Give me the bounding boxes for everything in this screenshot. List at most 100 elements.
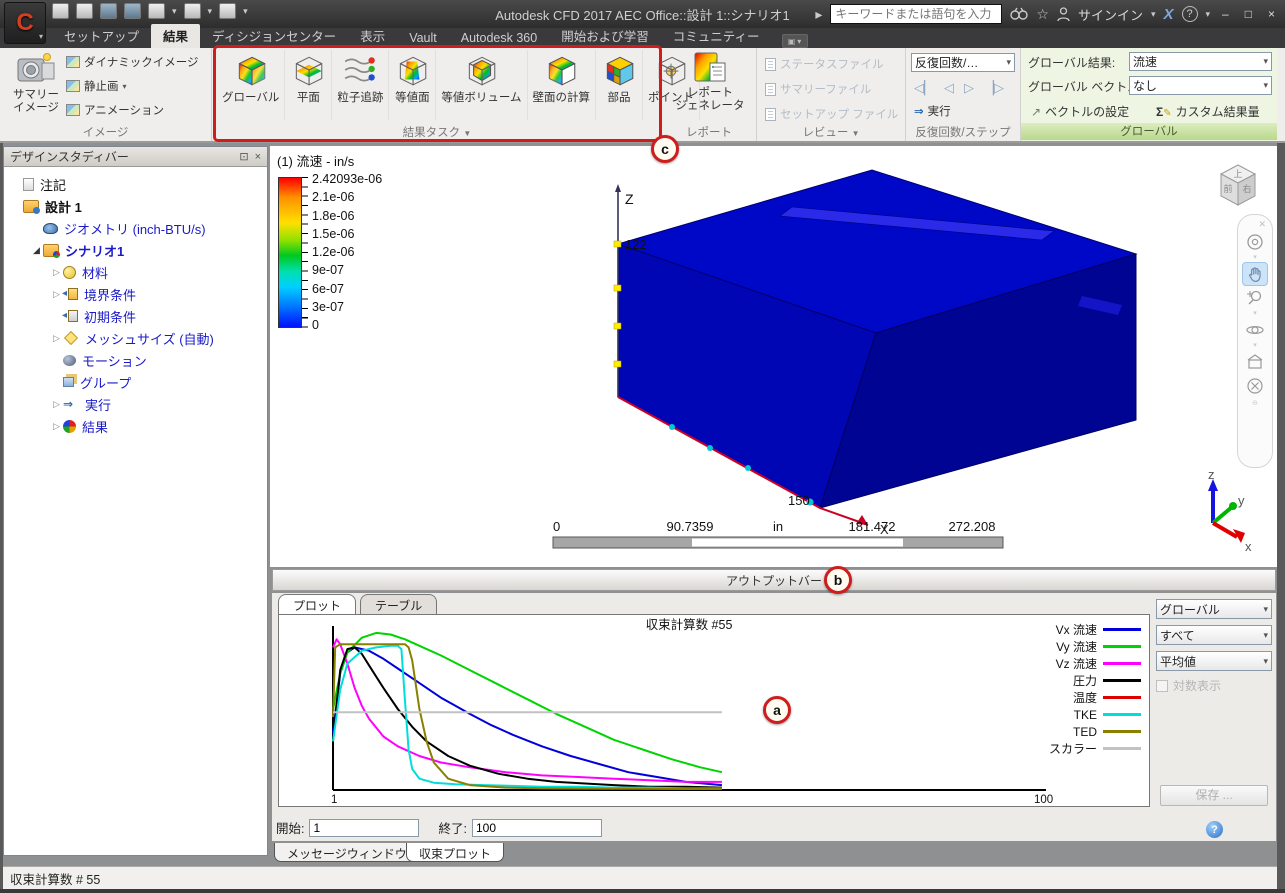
expand-arrow-icon[interactable]: ▷ <box>50 399 63 410</box>
output-bar[interactable]: アウトプットバー <box>272 569 1276 591</box>
tab-message-window[interactable]: メッセージウィンドウ <box>274 843 420 862</box>
chevron-down-icon[interactable]: ▾ <box>1253 310 1257 318</box>
tree-item-1[interactable]: 設計 1 <box>6 195 265 217</box>
ribbon-tab-7[interactable]: コミュニティー <box>661 24 772 48</box>
group-label-result-tasks[interactable]: 結果タスク ▼ <box>213 124 661 140</box>
tree-item-5[interactable]: ▷境界条件 <box>6 283 265 305</box>
viewport-3d[interactable]: Z 122 150 X 0 90.7359 in 181.472 272.208… <box>270 146 1277 567</box>
start-input[interactable] <box>309 818 420 837</box>
tree-item-4[interactable]: ▷ 材料 <box>6 261 265 283</box>
ribbon-tab-6[interactable]: 開始および学習 <box>549 24 661 48</box>
chevron-down-icon[interactable]: ▾ <box>208 6 213 17</box>
orientation-cube-icon[interactable] <box>148 3 165 19</box>
checkbox-icon[interactable] <box>1156 679 1168 692</box>
exchange-apps-icon[interactable]: X <box>1164 6 1174 23</box>
save-icon[interactable] <box>100 3 117 19</box>
vector-settings-button[interactable]: ↗ ベクトルの設定 <box>1031 103 1129 120</box>
open-icon[interactable] <box>76 3 93 19</box>
task-button-isosurface[interactable]: 等値面 <box>389 50 437 120</box>
save-as-icon[interactable] <box>124 3 141 19</box>
group-label-review[interactable]: レビュー ▼ <box>757 124 905 140</box>
tree-item-3[interactable]: ◢ シナリオ1 <box>6 239 265 261</box>
chevron-down-icon[interactable]: ▾ <box>1206 7 1211 21</box>
favorites-star-icon[interactable]: ☆ <box>1036 7 1049 21</box>
step-forward-icon[interactable]: ▷ <box>964 80 974 96</box>
iteration-mode-dropdown[interactable]: 反復回数/… ▾ <box>911 53 1015 72</box>
ribbon-tab-4[interactable]: Vault <box>397 29 449 48</box>
tab-plot[interactable]: プロット <box>278 594 357 614</box>
tree-item-9[interactable]: グループ <box>6 371 265 393</box>
tab-convergence-plot[interactable]: 収束プロット <box>406 843 505 862</box>
step-last-icon[interactable]: ▕▷ <box>984 80 1004 96</box>
global-result-dropdown[interactable]: 流速 ▾ <box>1129 52 1272 71</box>
ruler-slider-window[interactable] <box>692 538 903 547</box>
end-input[interactable] <box>471 818 602 837</box>
collapse-icon[interactable]: ⊖ <box>1252 400 1258 408</box>
tree-item-8[interactable]: モーション <box>6 349 265 371</box>
tree-item-6[interactable]: 初期条件 <box>6 305 265 327</box>
ribbon-tab-1[interactable]: 結果 <box>151 24 201 48</box>
tab-table[interactable]: テーブル <box>360 594 438 614</box>
pan-hand-icon[interactable] <box>1242 262 1268 286</box>
steering-wheel-icon[interactable] <box>1242 230 1268 254</box>
help-icon[interactable]: ? <box>1181 6 1198 22</box>
expand-arrow-icon[interactable]: ▷ <box>50 267 63 278</box>
appearance-cube-icon[interactable] <box>183 3 201 19</box>
step-back-icon[interactable]: ◁ <box>944 80 954 96</box>
flyout-arrow-icon[interactable]: ▸ <box>815 7 822 21</box>
step-first-icon[interactable]: ◁▏ <box>914 80 934 96</box>
tree-item-2[interactable]: ジオメトリ (inch-BTU/s) <box>6 217 265 239</box>
task-button-parts[interactable]: 部品 <box>596 50 644 120</box>
expand-arrow-icon[interactable]: ▷ <box>50 333 63 344</box>
tree-item-11[interactable]: ▷ 結果 <box>6 415 265 437</box>
new-document-icon[interactable] <box>52 3 69 19</box>
view-cube[interactable]: 上 前 右 <box>1211 158 1265 212</box>
ribbon-tab-2[interactable]: ディシジョンセンター <box>200 24 348 48</box>
minimize-button[interactable]: – <box>1218 7 1233 21</box>
log-display-checkbox[interactable]: 対数表示 <box>1156 677 1272 694</box>
application-menu-button[interactable]: C ▾ <box>4 2 46 44</box>
zoom-fit-icon[interactable] <box>1242 374 1268 398</box>
orbit-icon[interactable] <box>1242 318 1268 342</box>
design-review-table-icon[interactable] <box>219 3 237 19</box>
expand-arrow-icon[interactable]: ◢ <box>30 245 43 256</box>
task-button-plane[interactable]: 平面 <box>285 50 333 120</box>
plot-dropdown-0[interactable]: グローバル ▾ <box>1156 599 1272 619</box>
close-button[interactable]: × <box>1264 7 1279 21</box>
plot-dropdown-2[interactable]: 平均値 ▾ <box>1156 651 1272 671</box>
search-input[interactable] <box>830 4 1003 24</box>
save-button[interactable]: 保存 ... <box>1160 785 1268 806</box>
dock-icon[interactable]: ⊡ <box>239 150 248 163</box>
summary-image-button[interactable]: サマリー イメージ <box>10 51 62 115</box>
image-item-1[interactable]: 静止画 ▾ <box>66 78 199 94</box>
task-button-traces[interactable]: 粒子追跡 <box>332 50 390 120</box>
maximize-button[interactable]: □ <box>1241 7 1256 21</box>
chevron-down-icon[interactable]: ▾ <box>1151 7 1156 21</box>
help-icon[interactable]: ? <box>1206 821 1223 838</box>
report-generator-button[interactable]: レポート ジェネレータ <box>674 51 746 113</box>
signin-button[interactable]: サインイン <box>1078 5 1143 24</box>
task-button-isovolume[interactable]: 等値ボリューム <box>436 50 528 120</box>
chevron-down-icon[interactable]: ▾ <box>1253 342 1257 350</box>
ribbon-tab-0[interactable]: セットアップ <box>52 24 151 48</box>
zoom-icon[interactable] <box>1242 286 1268 310</box>
look-at-icon[interactable] <box>1242 350 1268 374</box>
qat-customize-arrow-icon[interactable]: ▾ <box>243 6 248 17</box>
tree-item-0[interactable]: 注記 <box>6 173 265 195</box>
ribbon-tab-5[interactable]: Autodesk 360 <box>449 29 549 48</box>
chevron-down-icon[interactable]: ▾ <box>1253 254 1257 262</box>
tree-item-7[interactable]: ▷ メッシュサイズ (自動) <box>6 327 265 349</box>
global-vector-dropdown[interactable]: なし ▾ <box>1129 76 1272 95</box>
task-button-wall[interactable]: 壁面の計算 <box>528 50 597 120</box>
plot-dropdown-1[interactable]: すべて ▾ <box>1156 625 1272 645</box>
expand-arrow-icon[interactable]: ▷ <box>50 421 63 432</box>
custom-result-button[interactable]: Σ✎ カスタム結果量 <box>1156 103 1260 120</box>
image-item-0[interactable]: ダイナミックイメージ <box>66 54 199 70</box>
close-icon[interactable]: × <box>255 151 261 163</box>
task-button-global[interactable]: グローバル <box>217 50 286 120</box>
ribbon-tab-3[interactable]: 表示 <box>348 24 397 48</box>
search-binoculars-icon[interactable] <box>1010 7 1029 21</box>
panel-toggle-icon[interactable]: ▣ ▾ <box>781 34 808 48</box>
close-icon[interactable]: ✕ <box>1258 219 1266 230</box>
tree-item-10[interactable]: ▷ ⇒ 実行 <box>6 393 265 415</box>
